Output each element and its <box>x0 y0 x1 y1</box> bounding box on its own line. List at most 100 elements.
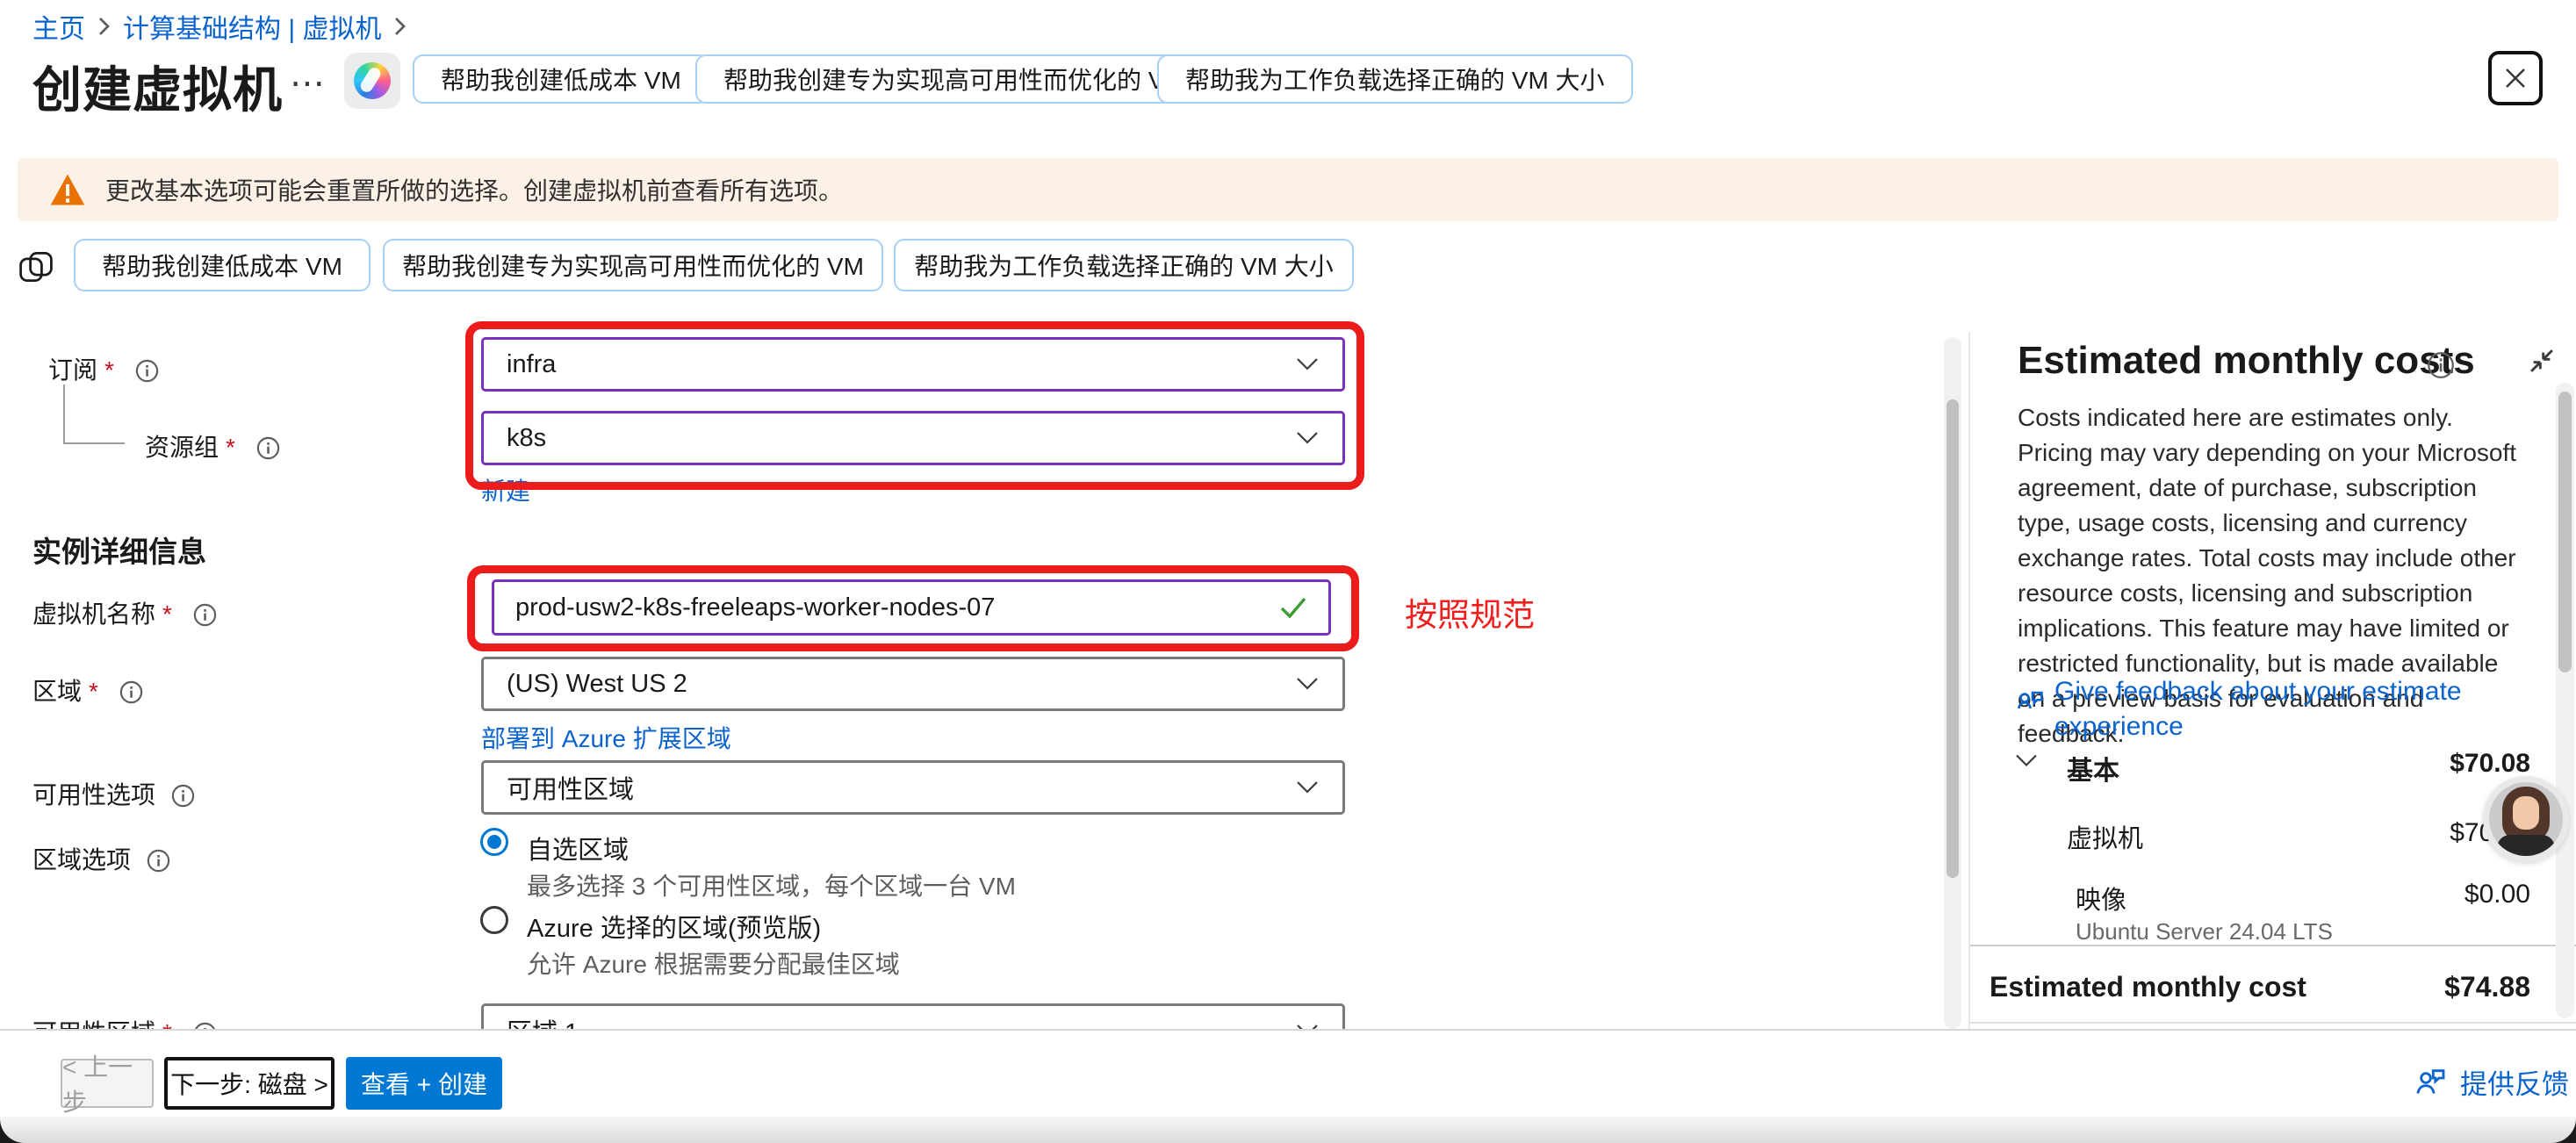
cost-group-value: $70.08 <box>2450 749 2530 779</box>
chevron-down-icon <box>1295 431 1320 446</box>
cost-panel-title: Estimated monthly costs <box>2018 339 2475 383</box>
info-icon[interactable] <box>2427 351 2455 384</box>
subscription-dropdown[interactable]: infra <box>481 337 1345 392</box>
info-icon[interactable] <box>193 603 217 633</box>
suggest-ha-button[interactable]: 帮助我创建专为实现高可用性而优化的 VM <box>383 239 883 291</box>
info-icon[interactable] <box>135 359 159 389</box>
chevron-down-icon <box>1295 357 1320 372</box>
vm-name-label: 虚拟机名称* <box>32 595 217 633</box>
resource-group-label: 资源组* <box>145 428 280 466</box>
previous-button[interactable]: < 上一步 <box>61 1059 154 1108</box>
footer-divider <box>0 1029 2576 1031</box>
breadcrumb-home-link[interactable]: 主页 <box>32 7 85 46</box>
vm-name-input[interactable]: prod-usw2-k8s-freeleaps-worker-nodes-07 <box>492 579 1331 636</box>
cost-image-sub: Ubuntu Server 24.04 LTS <box>2076 918 2333 945</box>
collapse-panel-icon[interactable] <box>2527 346 2557 380</box>
warning-text: 更改基本选项可能会重置所做的选择。创建虚拟机前查看所有选项。 <box>105 172 843 207</box>
subscription-value: infra <box>507 350 556 379</box>
subscription-label: 订阅* <box>48 351 159 389</box>
divider <box>1970 945 2576 946</box>
page-title: 创建虚拟机 <box>32 51 283 122</box>
more-options-button[interactable]: ⋯ <box>290 63 328 104</box>
info-icon[interactable] <box>171 784 195 814</box>
zone-options-label: 区域选项 <box>32 841 170 879</box>
cost-image-label: 映像 <box>2076 880 2126 917</box>
region-dropdown[interactable]: (US) West US 2 <box>481 657 1345 711</box>
tree-connector <box>63 442 125 444</box>
panel-scrollbar-thumb[interactable] <box>2558 392 2572 672</box>
cost-image-value: $0.00 <box>2464 880 2530 909</box>
annotation-text: 按照规范 <box>1405 588 1535 636</box>
copilot-suggest-size-button[interactable]: 帮助我为工作负载选择正确的 VM 大小 <box>1157 54 1633 104</box>
feedback-bubbles-icon <box>2014 685 2046 721</box>
basics-form: 订阅* infra 资源组* k8s 新建 实例详细信息 <box>0 316 1944 1029</box>
copilot-suggest-low-cost-button[interactable]: 帮助我创建低成本 VM <box>413 54 709 104</box>
availability-options-label: 可用性选项 <box>32 776 195 814</box>
copilot-icon <box>354 62 391 99</box>
info-icon[interactable] <box>256 436 280 466</box>
chevron-down-icon <box>1295 780 1320 795</box>
chevron-down-icon <box>1295 677 1320 692</box>
copilot-suggest-ha-button[interactable]: 帮助我创建专为实现高可用性而优化的 VM <box>695 54 1213 104</box>
close-button[interactable] <box>2488 51 2543 105</box>
zone-self-desc: 最多选择 3 个可用性区域，每个区域一台 VM <box>527 867 1016 902</box>
divider <box>1970 1022 2576 1024</box>
warning-banner: 更改基本选项可能会重置所做的选择。创建虚拟机前查看所有选项。 <box>18 158 2558 221</box>
close-icon <box>2502 65 2529 91</box>
create-new-resource-group-link[interactable]: 新建 <box>481 472 530 507</box>
suggest-size-button[interactable]: 帮助我为工作负载选择正确的 VM 大小 <box>894 239 1354 291</box>
window-bottom-edge <box>0 1117 2576 1143</box>
zone-self-radio[interactable] <box>480 828 508 856</box>
required-asterisk: * <box>162 600 172 628</box>
warning-icon <box>49 172 86 207</box>
suggest-low-cost-button[interactable]: 帮助我创建低成本 VM <box>74 239 371 291</box>
expand-basic-chevron-icon[interactable] <box>2014 753 2039 773</box>
next-disks-button[interactable]: 下一步: 磁盘 > <box>164 1057 335 1110</box>
region-label: 区域* <box>32 672 143 710</box>
info-icon[interactable] <box>193 1022 217 1029</box>
region-value: (US) West US 2 <box>507 670 687 699</box>
availability-zone-dropdown[interactable]: 区域 1 <box>481 1003 1345 1029</box>
zone-self-label[interactable]: 自选区域 <box>527 830 629 866</box>
availability-options-dropdown[interactable]: 可用性区域 <box>481 760 1345 815</box>
valid-check-icon <box>1279 596 1307 619</box>
edge-zone-link[interactable]: 部署到 Azure 扩展区域 <box>481 720 731 755</box>
cost-panel: Estimated monthly costs Costs indicated … <box>1970 316 2576 1029</box>
breadcrumb: 主页 计算基础结构 | 虚拟机 <box>32 7 419 46</box>
feedback-link-label: 提供反馈 <box>2460 1062 2569 1102</box>
copilot-button[interactable] <box>344 53 400 109</box>
info-icon[interactable] <box>147 849 170 879</box>
chevron-right-icon <box>97 16 111 41</box>
create-vm-blade: 主页 计算基础结构 | 虚拟机 创建虚拟机 ⋯ 帮助我创建低成本 VM 帮助我创… <box>0 0 2576 1143</box>
zone-azure-label[interactable]: Azure 选择的区域(预览版) <box>527 908 821 945</box>
estimate-feedback-link[interactable]: Give feedback about your estimate experi… <box>2054 674 2529 744</box>
cost-vm-label: 虚拟机 <box>2067 818 2143 855</box>
chevron-right-icon <box>393 16 407 41</box>
zone-azure-radio[interactable] <box>480 906 508 934</box>
instance-details-heading: 实例详细信息 <box>32 528 206 571</box>
avatar-image <box>2489 782 2563 856</box>
required-asterisk: * <box>226 434 235 461</box>
info-icon[interactable] <box>119 680 143 710</box>
required-asterisk: * <box>89 678 98 705</box>
radio-dot <box>487 835 501 849</box>
total-cost-label: Estimated monthly cost <box>1990 971 2306 1003</box>
review-create-button[interactable]: 查看 + 创建 <box>346 1057 502 1110</box>
required-asterisk: * <box>162 1019 172 1029</box>
zone-azure-desc: 允许 Azure 根据需要分配最佳区域 <box>527 945 900 981</box>
cost-group-label: 基本 <box>2067 749 2119 787</box>
vm-name-value: prod-usw2-k8s-freeleaps-worker-nodes-07 <box>515 593 995 622</box>
required-asterisk: * <box>104 356 114 384</box>
copilot-outline-icon <box>16 248 56 291</box>
resource-group-dropdown[interactable]: k8s <box>481 411 1345 465</box>
feedback-person-icon <box>2413 1065 2448 1100</box>
total-cost-value: $74.88 <box>2444 971 2530 1003</box>
give-feedback[interactable]: 提供反馈 <box>2413 1062 2569 1102</box>
main-scrollbar-thumb[interactable] <box>1946 399 1959 878</box>
availability-zone-label: 可用性区域* <box>32 1014 217 1029</box>
availability-options-value: 可用性区域 <box>507 769 634 806</box>
availability-zone-value: 区域 1 <box>507 1012 579 1029</box>
assistant-avatar[interactable] <box>2483 776 2569 862</box>
breadcrumb-section-link[interactable]: 计算基础结构 | 虚拟机 <box>123 7 381 46</box>
resource-group-value: k8s <box>507 424 546 453</box>
